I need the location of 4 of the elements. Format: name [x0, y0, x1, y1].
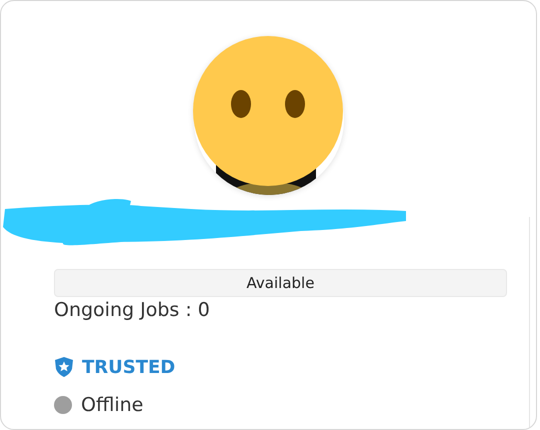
trusted-badge-label: TRUSTED — [82, 356, 176, 378]
presence-status: Offline — [81, 394, 144, 416]
ongoing-jobs-count: Ongoing Jobs : 0 — [54, 299, 211, 321]
availability-status: Available — [54, 269, 507, 297]
